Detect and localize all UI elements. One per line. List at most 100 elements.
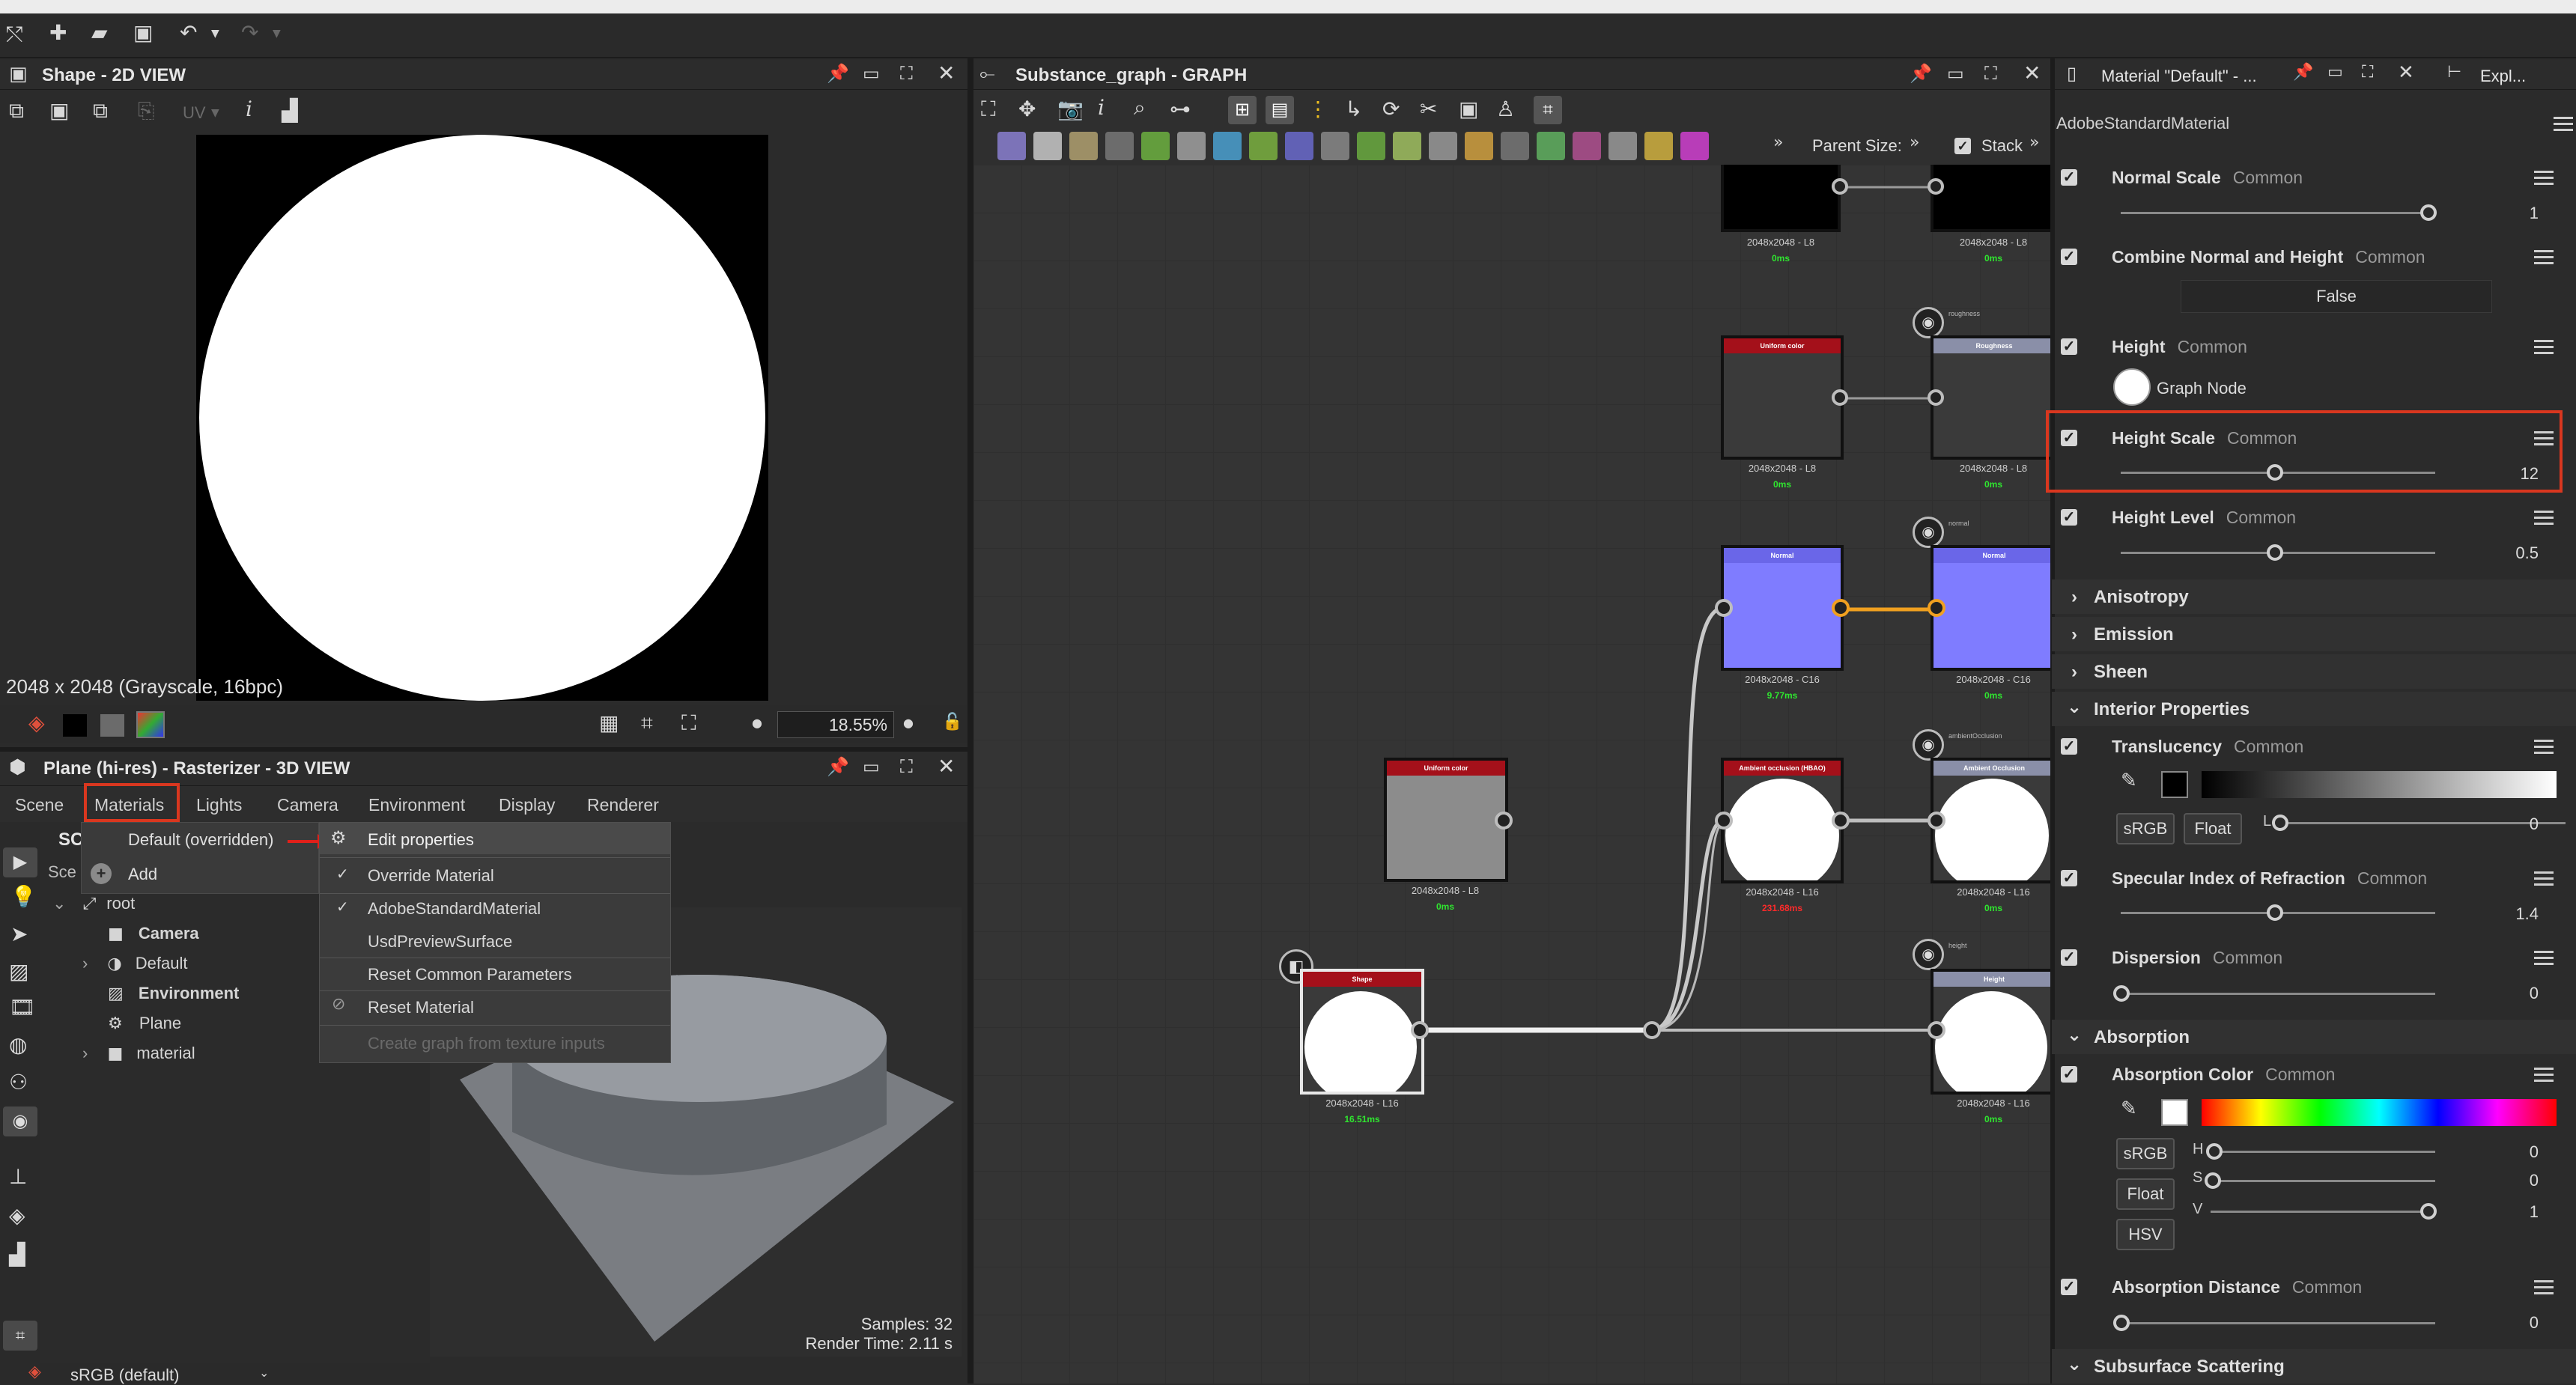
port-out[interactable]	[1832, 178, 1848, 195]
height-level-slider-knob[interactable]	[2267, 544, 2283, 561]
stats-tool-icon[interactable]: ▟	[9, 1244, 25, 1265]
context-reset-material[interactable]: Reset Material	[368, 998, 474, 1017]
more-icon[interactable]: »	[1773, 135, 1783, 151]
tree-item-plane[interactable]: ⚙ Plane	[108, 1014, 181, 1033]
light-tool-icon[interactable]: 💡	[10, 886, 37, 907]
absorption-float-button[interactable]: Float	[2116, 1178, 2175, 1210]
context-reset-common[interactable]: Reset Common Parameters	[368, 965, 572, 984]
node-ambient-occlusion-output[interactable]: Ambient Occlusion	[1931, 758, 2050, 883]
more-icon[interactable]: »	[2029, 135, 2039, 151]
close-icon[interactable]: ✕	[2398, 63, 2414, 82]
zoom-plus-icon[interactable]: ●	[903, 717, 914, 729]
port-in[interactable]	[1715, 812, 1733, 830]
dispersion-checkbox[interactable]: ✓	[2061, 949, 2077, 966]
dock-icon[interactable]: ▭	[863, 64, 880, 82]
atomic-node-icon[interactable]	[1285, 132, 1313, 160]
histogram-icon[interactable]: ▟	[282, 100, 298, 121]
pin-icon[interactable]: 📌	[2293, 64, 2313, 81]
pin-icon[interactable]: 📌	[827, 64, 849, 82]
atomic-node-icon[interactable]	[1033, 132, 1062, 160]
pin-icon[interactable]: 📌	[827, 758, 849, 776]
menu-icon[interactable]	[2534, 511, 2554, 526]
save-image-icon[interactable]: ▣	[49, 100, 69, 121]
black-swatch[interactable]	[63, 714, 87, 737]
redo-icon[interactable]: ↷	[241, 22, 258, 43]
absorption-color-checkbox[interactable]: ✓	[2061, 1066, 2077, 1083]
menu-scene[interactable]: Scene	[15, 795, 64, 815]
combine-checkbox[interactable]: ✓	[2061, 249, 2077, 265]
tree-item-material[interactable]: › ■ material	[82, 1044, 195, 1063]
translucency-checkbox[interactable]: ✓	[2061, 738, 2077, 755]
preview-icon[interactable]: ▣	[1459, 99, 1478, 120]
chevron-down-icon[interactable]: ▼	[211, 28, 219, 39]
menu-icon[interactable]	[2534, 431, 2554, 446]
height-scale-slider-knob[interactable]	[2267, 464, 2283, 481]
absorption-hue-gradient[interactable]	[2202, 1099, 2557, 1126]
section-anisotropy[interactable]: › Anisotropy	[2052, 579, 2576, 614]
maximize-icon[interactable]: ⛶	[900, 64, 913, 82]
refresh-icon[interactable]: ⟳	[1382, 99, 1400, 120]
menu-icon[interactable]	[2534, 1280, 2554, 1295]
translucency-srgb-button[interactable]: sRGB	[2116, 813, 2175, 844]
atomic-node-icon[interactable]	[1357, 132, 1385, 160]
height-checkbox[interactable]: ✓	[2061, 338, 2077, 355]
menu-environment[interactable]: Environment	[368, 795, 465, 815]
node-normal-1[interactable]: Normal	[1721, 545, 1844, 671]
materials-item-default[interactable]: Default (overridden)	[128, 830, 273, 850]
height-graph-node-swatch[interactable]	[2113, 368, 2151, 406]
menu-icon[interactable]	[2554, 117, 2573, 132]
context-override-material[interactable]: Override Material	[368, 866, 494, 886]
port-out[interactable]	[1411, 1021, 1429, 1039]
node-output-1[interactable]	[1721, 165, 1841, 232]
port-in[interactable]	[1928, 389, 1944, 406]
chevron-right-icon[interactable]: ›	[82, 1044, 88, 1062]
dispersion-slider-track[interactable]	[2121, 993, 2435, 995]
dispersion-slider-knob[interactable]	[2113, 985, 2130, 1002]
chevron-down-icon[interactable]: ▼	[211, 108, 219, 118]
axis-tool-icon[interactable]: ⊥	[9, 1166, 27, 1187]
film-tool-icon[interactable]: 🎞	[9, 997, 36, 1018]
atomic-node-icon[interactable]	[1644, 132, 1673, 160]
menu-icon[interactable]	[2534, 250, 2554, 265]
ior-slider-knob[interactable]	[2267, 904, 2283, 921]
select-tool-icon[interactable]: ➤	[10, 924, 28, 945]
absorption-distance-slider-track[interactable]	[2121, 1322, 2435, 1324]
height-level-checkbox[interactable]: ✓	[2061, 509, 2077, 526]
atomic-node-icon[interactable]	[1105, 132, 1134, 160]
dock-icon[interactable]: ▭	[863, 758, 880, 776]
dock-icon[interactable]: ▭	[1947, 64, 1964, 82]
more-icon[interactable]: »	[1910, 135, 1919, 151]
maximize-icon[interactable]: ⛶	[900, 758, 913, 776]
grid-icon[interactable]: ▦	[599, 713, 619, 734]
menu-icon[interactable]	[2534, 871, 2554, 886]
properties-title[interactable]: Material "Default" - ...	[2101, 67, 2257, 86]
graph-canvas[interactable]: 2048x2048 - L8 0ms 2048x2048 - L8 0ms Un…	[973, 165, 2050, 1384]
copy-icon[interactable]: ⧉	[93, 100, 108, 121]
camera-icon[interactable]: 📷	[1057, 99, 1084, 120]
context-adobe-standard[interactable]: AdobeStandardMaterial	[368, 899, 541, 919]
chevron-down-icon[interactable]: ▼	[273, 28, 281, 39]
context-usd-preview[interactable]: UsdPreviewSurface	[368, 932, 512, 952]
atomic-node-icon[interactable]	[1249, 132, 1278, 160]
close-icon[interactable]: ✕	[938, 756, 955, 777]
search-icon[interactable]: ⌕	[1134, 97, 1146, 118]
section-sheen[interactable]: › Sheen	[2052, 654, 2576, 689]
environment-tool-icon[interactable]: ▨	[9, 961, 28, 982]
atomic-node-icon[interactable]	[1213, 132, 1242, 160]
absorption-h-slider-track[interactable]	[2211, 1151, 2435, 1153]
node-shape[interactable]: Shape	[1300, 969, 1424, 1095]
atomic-node-icon[interactable]	[1465, 132, 1493, 160]
menu-camera[interactable]: Camera	[277, 795, 338, 815]
port-in[interactable]	[1928, 812, 1945, 830]
menu-icon[interactable]	[2534, 951, 2554, 966]
eyedropper-icon[interactable]: ✎	[2121, 1099, 2137, 1118]
tools-icon[interactable]: ✂	[1420, 99, 1437, 120]
port-out[interactable]	[1832, 599, 1850, 617]
normal-scale-checkbox[interactable]: ✓	[2061, 169, 2077, 186]
node-height-output[interactable]: Height	[1931, 969, 2050, 1095]
absorption-color-swatch[interactable]	[2161, 1099, 2188, 1126]
atomic-node-icon[interactable]	[997, 132, 1026, 160]
tree-item-camera[interactable]: ■ Camera	[108, 924, 199, 943]
align-icon[interactable]: ⋮	[1307, 99, 1328, 120]
absorption-srgb-button[interactable]: sRGB	[2116, 1138, 2175, 1169]
